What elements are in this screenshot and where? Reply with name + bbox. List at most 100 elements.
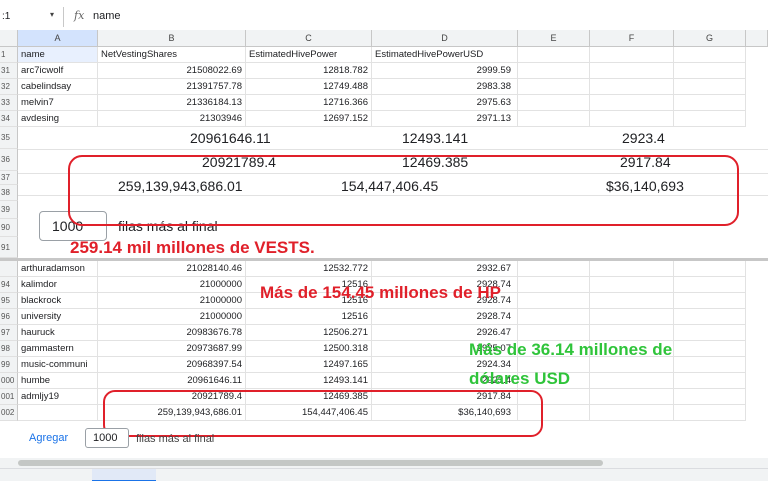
column-header-d[interactable]: D [372, 30, 518, 47]
cell[interactable] [590, 95, 674, 111]
cell[interactable] [590, 293, 674, 309]
column-header-h[interactable] [746, 30, 768, 47]
cell[interactable] [674, 405, 746, 421]
cell[interactable]: hauruck [18, 325, 98, 341]
column-header-f[interactable]: F [590, 30, 674, 47]
cell[interactable] [674, 95, 746, 111]
add-rows-button[interactable]: Agregar [29, 432, 68, 444]
row-number[interactable] [0, 261, 18, 277]
cell[interactable]: 12697.152 [246, 111, 372, 127]
column-header-e[interactable]: E [518, 30, 590, 47]
column-header-a[interactable]: A [18, 30, 98, 47]
cell[interactable]: 12493.141 [402, 130, 468, 146]
cell[interactable]: 21000000 [98, 309, 246, 325]
cell[interactable] [590, 373, 674, 389]
cell[interactable] [674, 261, 746, 277]
row-number[interactable]: 1 [0, 47, 18, 63]
cell[interactable] [518, 95, 590, 111]
cell[interactable]: 21336184.13 [98, 95, 246, 111]
row-number[interactable]: 001 [0, 389, 18, 405]
cell[interactable] [518, 47, 590, 63]
row-number[interactable]: 96 [0, 309, 18, 325]
cell[interactable]: 20961646.11 [98, 373, 246, 389]
cell[interactable]: 21000000 [98, 277, 246, 293]
cell[interactable] [518, 63, 590, 79]
chevron-down-icon[interactable]: ▾ [50, 10, 54, 19]
cell[interactable]: 12516 [246, 309, 372, 325]
cell[interactable]: 12500.318 [246, 341, 372, 357]
row-number[interactable]: 31 [0, 63, 18, 79]
row-number[interactable]: 98 [0, 341, 18, 357]
cell[interactable]: 2983.38 [372, 79, 518, 95]
cell[interactable]: 20968397.54 [98, 357, 246, 373]
cell[interactable]: cabelindsay [18, 79, 98, 95]
cell[interactable]: 12818.782 [246, 63, 372, 79]
name-box[interactable]: :1 [2, 11, 10, 22]
cell[interactable] [674, 389, 746, 405]
row-number[interactable]: 37 [0, 171, 18, 185]
row-number[interactable]: 34 [0, 111, 18, 127]
cell[interactable]: 21391757.78 [98, 79, 246, 95]
scrollbar-thumb[interactable] [18, 460, 603, 466]
cell[interactable] [674, 63, 746, 79]
cell[interactable]: humbe [18, 373, 98, 389]
row-number[interactable]: 97 [0, 325, 18, 341]
cell[interactable] [674, 79, 746, 95]
cell[interactable]: arc7icwolf [18, 63, 98, 79]
cell[interactable] [674, 357, 746, 373]
row-number[interactable]: 002 [0, 405, 18, 421]
column-header-b[interactable]: B [98, 30, 246, 47]
cell[interactable] [590, 309, 674, 325]
cell[interactable] [590, 389, 674, 405]
cell[interactable]: 2932.67 [372, 261, 518, 277]
cell[interactable] [518, 79, 590, 95]
row-number[interactable]: 38 [0, 185, 18, 201]
cell[interactable]: EstimatedHivePower [246, 47, 372, 63]
cell[interactable]: arthuradamson [18, 261, 98, 277]
row-number[interactable]: 91 [0, 237, 18, 258]
row-number[interactable]: 94 [0, 277, 18, 293]
cell[interactable]: kalimdor [18, 277, 98, 293]
cell[interactable]: admljy19 [18, 389, 98, 405]
sheet-tab[interactable] [92, 469, 156, 481]
cell[interactable] [674, 47, 746, 63]
cell[interactable]: 21000000 [98, 293, 246, 309]
cell[interactable] [590, 79, 674, 95]
row-number[interactable]: 95 [0, 293, 18, 309]
cell[interactable] [590, 63, 674, 79]
row-number[interactable]: 90 [0, 219, 18, 237]
row-number[interactable]: 35 [0, 127, 18, 149]
rows-count-input[interactable]: 1000 [85, 428, 129, 448]
cell[interactable] [590, 47, 674, 63]
cell[interactable] [518, 309, 590, 325]
cell[interactable]: 2926.47 [372, 325, 518, 341]
formula-input[interactable]: name [93, 10, 121, 22]
row-number[interactable]: 36 [0, 149, 18, 171]
cell[interactable]: 2971.13 [372, 111, 518, 127]
cell[interactable]: avdesing [18, 111, 98, 127]
cell[interactable] [518, 111, 590, 127]
horizontal-scrollbar[interactable] [0, 458, 768, 468]
cell[interactable]: 20983676.78 [98, 325, 246, 341]
cell[interactable]: university [18, 309, 98, 325]
cell[interactable]: music-communi [18, 357, 98, 373]
cell[interactable]: EstimatedHivePowerUSD [372, 47, 518, 63]
cell[interactable]: 12749.488 [246, 79, 372, 95]
cell[interactable] [674, 309, 746, 325]
cell[interactable]: 2928.74 [372, 309, 518, 325]
cell[interactable]: 2923.4 [622, 130, 665, 146]
cell[interactable]: 12532.772 [246, 261, 372, 277]
cell[interactable] [518, 277, 590, 293]
column-header-g[interactable]: G [674, 30, 746, 47]
column-header-c[interactable]: C [246, 30, 372, 47]
cell[interactable] [590, 277, 674, 293]
cell[interactable]: gammastern [18, 341, 98, 357]
cell[interactable] [674, 373, 746, 389]
cell[interactable]: 2975.63 [372, 95, 518, 111]
cell[interactable] [674, 293, 746, 309]
row-number[interactable]: 32 [0, 79, 18, 95]
cell[interactable] [674, 277, 746, 293]
cell[interactable] [590, 261, 674, 277]
cell[interactable] [18, 405, 98, 421]
select-all-corner[interactable] [0, 30, 18, 47]
